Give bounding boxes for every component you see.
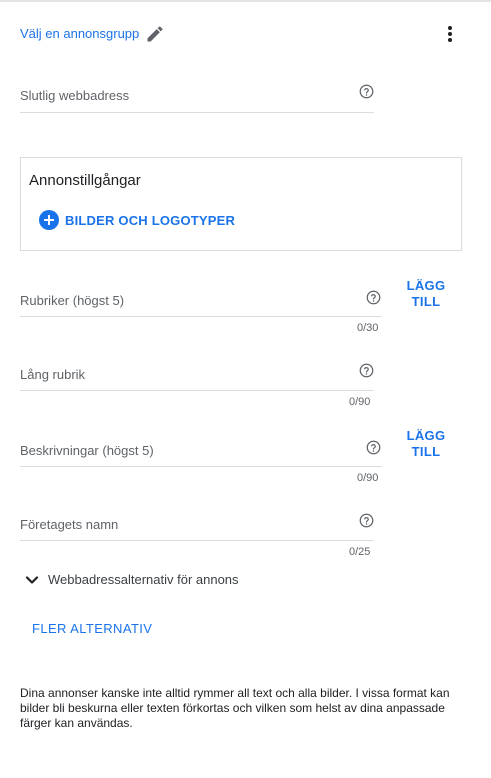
url-options-label: Webbadressalternativ för annons bbox=[48, 572, 239, 587]
descriptions-field[interactable]: Beskrivningar (högst 5) bbox=[20, 434, 382, 467]
more-options-button[interactable]: FLER ALTERNATIV bbox=[32, 621, 152, 637]
long-headline-field[interactable]: Lång rubrik bbox=[20, 358, 374, 391]
business-name-counter: 0/25 bbox=[349, 546, 371, 558]
disclaimer-text: Dina annonser kanske inte alltid rymmer … bbox=[20, 686, 450, 730]
headlines-label: Rubriker (högst 5) bbox=[20, 293, 125, 308]
help-circle-icon[interactable] bbox=[359, 84, 374, 99]
descriptions-label: Beskrivningar (högst 5) bbox=[20, 443, 154, 458]
help-circle-icon[interactable] bbox=[359, 363, 374, 378]
ad-assets-title: Annonstillgångar bbox=[29, 172, 141, 189]
final-url-label: Slutlig webbadress bbox=[20, 88, 130, 103]
pencil-icon[interactable] bbox=[145, 24, 165, 44]
add-images-logos-button[interactable]: BILDER OCH LOGOTYPER bbox=[39, 210, 235, 230]
plus-circle-icon bbox=[39, 210, 59, 230]
business-name-field[interactable]: Företagets namn bbox=[20, 508, 374, 541]
top-divider bbox=[0, 0, 491, 2]
chevron-down-icon bbox=[25, 576, 39, 584]
ad-group-label: Välj en annonsgrupp bbox=[20, 26, 140, 41]
final-url-field[interactable]: Slutlig webbadress bbox=[20, 80, 374, 113]
headlines-field[interactable]: Rubriker (högst 5) bbox=[20, 284, 382, 317]
long-headline-counter: 0/90 bbox=[349, 396, 371, 408]
long-headline-label: Lång rubrik bbox=[20, 367, 86, 382]
ad-group-selector[interactable]: Välj en annonsgrupp bbox=[20, 24, 165, 44]
add-description-button[interactable]: LÄGG TILL bbox=[396, 428, 456, 460]
ad-assets-panel: Annonstillgångar BILDER OCH LOGOTYPER bbox=[20, 157, 462, 251]
add-images-logos-label: BILDER OCH LOGOTYPER bbox=[65, 212, 236, 228]
help-circle-icon[interactable] bbox=[366, 290, 381, 305]
help-circle-icon[interactable] bbox=[359, 513, 374, 528]
headlines-counter: 0/30 bbox=[357, 322, 379, 334]
add-headline-button[interactable]: LÄGG TILL bbox=[396, 278, 456, 310]
more-vert-icon[interactable] bbox=[440, 24, 460, 44]
url-options-toggle[interactable]: Webbadressalternativ för annons bbox=[24, 572, 239, 588]
descriptions-counter: 0/90 bbox=[357, 472, 379, 484]
help-circle-icon[interactable] bbox=[366, 440, 381, 455]
business-name-label: Företagets namn bbox=[20, 517, 119, 532]
